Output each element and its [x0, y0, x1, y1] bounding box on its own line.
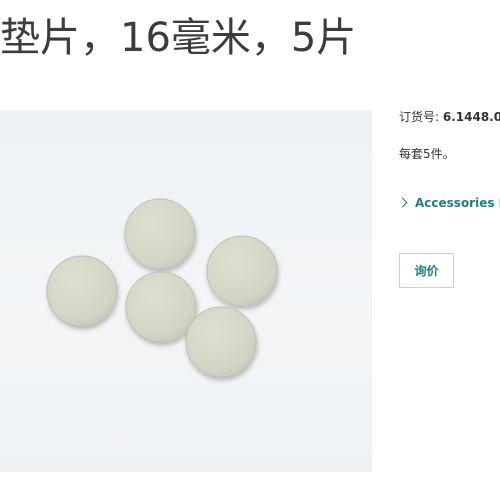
order-number-line: 订货号: 6.1448.020 — [399, 108, 500, 125]
pack-quantity-text: 每套5件。 — [399, 147, 455, 161]
accessories-finder-link[interactable]: Accessories Finder — [399, 196, 500, 210]
product-title: 垫片，16毫米，5片 — [0, 15, 357, 61]
washer-disc — [185, 306, 257, 378]
washer-disc — [124, 198, 196, 270]
product-image — [0, 110, 372, 472]
washer-disc — [125, 271, 197, 343]
order-number-value: 6.1448.020 — [442, 110, 500, 124]
product-info-panel: 订货号: 6.1448.020 每套5件。 Accessories Finder… — [399, 0, 500, 500]
product-page: 垫片，16毫米，5片 订货号: 6.1448.0 每套5件。 Accessori… — [0, 0, 500, 500]
washer-disc — [46, 255, 118, 327]
order-number-label: 订货号: — [399, 110, 443, 124]
chevron-right-icon — [399, 197, 408, 208]
washer-disc — [206, 235, 278, 307]
request-quote-button[interactable]: 询价 — [399, 253, 454, 288]
accessories-finder-label: Accessories Finder — [415, 196, 500, 210]
